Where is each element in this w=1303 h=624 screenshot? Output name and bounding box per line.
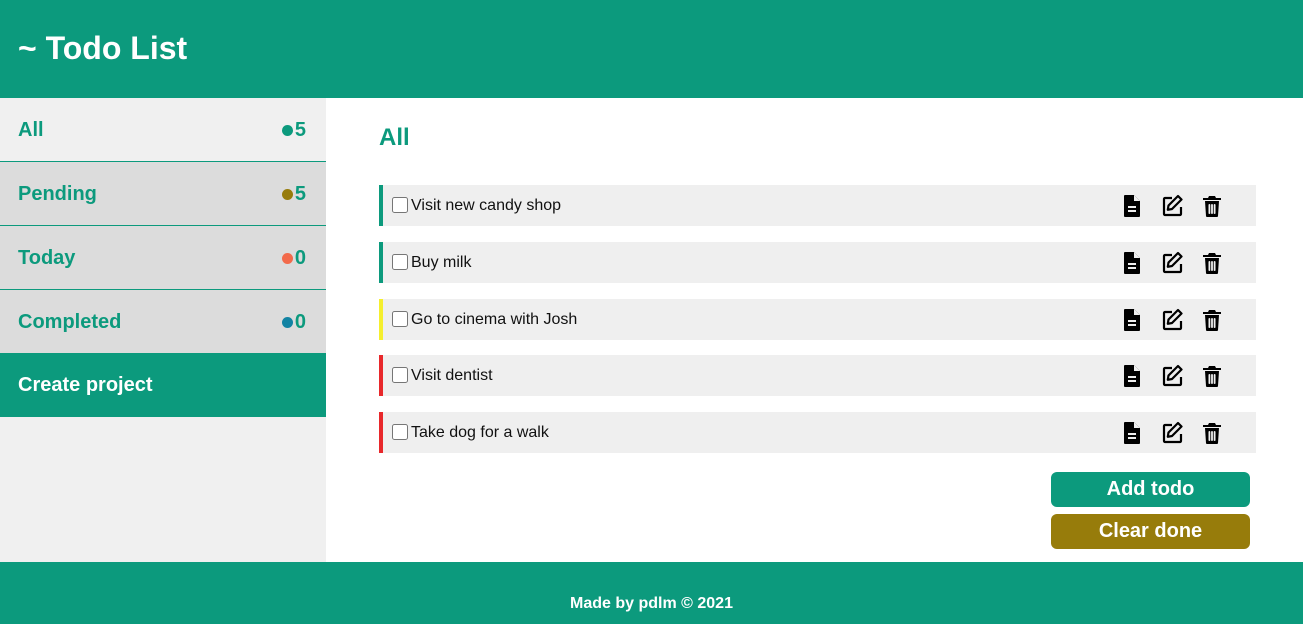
todo-text: Take dog for a walk	[411, 424, 549, 441]
todo-text: Visit dentist	[411, 367, 493, 384]
todo-checkbox[interactable]	[392, 424, 408, 440]
sidebar-item-pending[interactable]: Pending 5	[0, 162, 326, 226]
sidebar-item-label: All	[18, 119, 44, 141]
footer-credit: Made by pdlm © 2021	[570, 595, 733, 612]
edit-icon[interactable]	[1161, 308, 1183, 332]
main-panel: All Visit new candy shop Buy milk Go to …	[326, 98, 1303, 562]
sidebar-item-label: Today	[18, 247, 76, 269]
count-badge: 5	[294, 119, 306, 141]
trash-icon[interactable]	[1201, 364, 1223, 388]
sidebar-item-completed[interactable]: Completed 0	[0, 290, 326, 354]
app-header: ~ Todo List	[0, 0, 1303, 98]
status-dot	[281, 316, 293, 328]
create-project-button[interactable]: Create project	[0, 353, 326, 417]
count-badge: 5	[294, 183, 306, 205]
trash-icon[interactable]	[1201, 251, 1223, 275]
status-dot	[281, 252, 293, 264]
todo-checkbox[interactable]	[392, 367, 408, 383]
clear-done-button[interactable]: Clear done	[1051, 514, 1250, 549]
app-footer: Made by pdlm © 2021	[0, 562, 1303, 624]
edit-icon[interactable]	[1161, 421, 1183, 445]
todo-text: Visit new candy shop	[411, 197, 562, 214]
sidebar-item-label: Completed	[18, 311, 122, 333]
sidebar-item-label: Pending	[18, 183, 97, 205]
status-dot	[281, 124, 293, 136]
todo-checkbox[interactable]	[392, 197, 408, 213]
todo-item: Visit new candy shop	[379, 185, 1256, 226]
page-title: All	[379, 124, 410, 151]
trash-icon[interactable]	[1201, 308, 1223, 332]
sidebar-item-all[interactable]: All 5	[0, 98, 326, 162]
todo-item: Buy milk	[379, 242, 1256, 283]
app-title: ~ Todo List	[18, 30, 188, 66]
sidebar: All 5 Pending 5 Today 0 Completed 0 Crea…	[0, 98, 326, 562]
file-icon[interactable]	[1121, 308, 1143, 332]
todo-item: Take dog for a walk	[379, 412, 1256, 453]
file-icon[interactable]	[1121, 421, 1143, 445]
create-project-label: Create project	[18, 374, 153, 396]
sidebar-item-today[interactable]: Today 0	[0, 226, 326, 290]
file-icon[interactable]	[1121, 194, 1143, 218]
count-badge: 0	[294, 311, 306, 333]
todo-item: Go to cinema with Josh	[379, 299, 1256, 340]
todo-text: Go to cinema with Josh	[411, 311, 578, 328]
edit-icon[interactable]	[1161, 251, 1183, 275]
trash-icon[interactable]	[1201, 421, 1223, 445]
file-icon[interactable]	[1121, 251, 1143, 275]
edit-icon[interactable]	[1161, 194, 1183, 218]
todo-checkbox[interactable]	[392, 311, 408, 327]
add-todo-button[interactable]: Add todo	[1051, 472, 1250, 507]
todo-item: Visit dentist	[379, 355, 1256, 396]
trash-icon[interactable]	[1201, 194, 1223, 218]
todo-checkbox[interactable]	[392, 254, 408, 270]
edit-icon[interactable]	[1161, 364, 1183, 388]
status-dot	[281, 188, 293, 200]
todo-text: Buy milk	[411, 254, 472, 271]
file-icon[interactable]	[1121, 364, 1143, 388]
count-badge: 0	[294, 247, 306, 269]
